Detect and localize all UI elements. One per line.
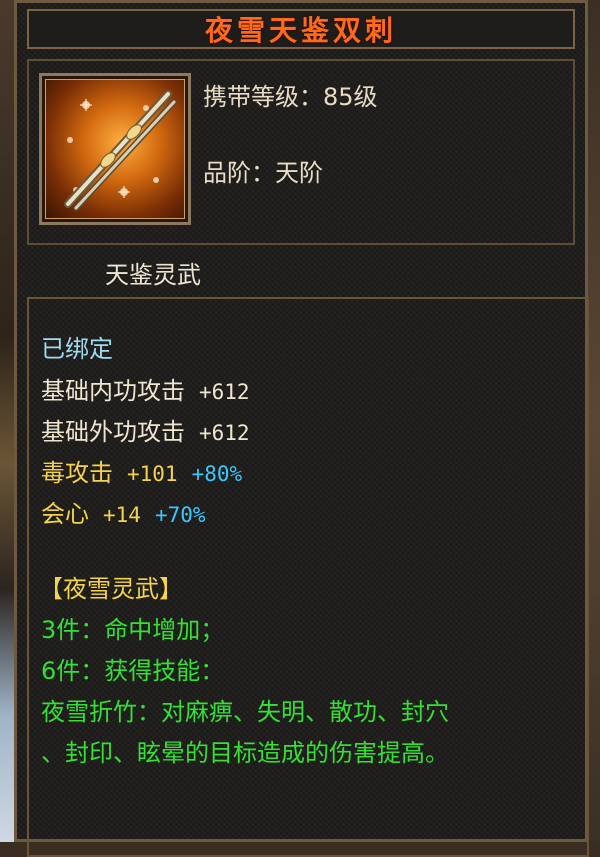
carry-level: 携带等级：85级 (203, 83, 378, 111)
stat-label: 基础外功攻击 (41, 418, 185, 446)
stat-value: +612 (199, 380, 250, 404)
stat-crit: 会心 +14 +70% (41, 494, 206, 529)
stat-outer-attack: 基础外功攻击 +612 (41, 412, 250, 447)
set-bonus-3: 3件：命中增加； (41, 616, 225, 644)
set-bonus-6: 6件：获得技能： (41, 657, 225, 685)
item-icon-frame[interactable] (39, 73, 191, 225)
stat-bonus: +70% (154, 503, 206, 527)
stat-value: +612 (199, 421, 250, 445)
bound-status: 已绑定 (41, 335, 113, 363)
stat-label: 会心 (41, 500, 89, 528)
title-bar: 夜雪天鉴双刺 (27, 9, 575, 49)
stat-label: 毒攻击 (41, 459, 113, 487)
stat-label: 基础内功攻击 (41, 377, 185, 405)
stat-value: +14 (103, 503, 141, 527)
set-title: 【夜雪灵武】 (39, 575, 183, 603)
item-category: 天鉴灵武 (105, 261, 201, 289)
set-skill-line-1: 夜雪折竹：对麻痹、失明、散功、封穴 (41, 698, 449, 726)
twin-dagger-icon (45, 79, 185, 219)
stat-value: +101 (127, 462, 178, 486)
stat-bonus: +80% (191, 462, 243, 486)
item-grade: 品阶：天阶 (203, 159, 323, 187)
set-skill-line-2: 、封印、眩晕的目标造成的伤害提高。 (41, 739, 449, 767)
item-name: 夜雪天鉴双刺 (204, 14, 397, 47)
stat-poison-attack: 毒攻击 +101 +80% (41, 453, 242, 488)
stat-inner-attack: 基础内功攻击 +612 (41, 371, 250, 406)
item-tooltip: 夜雪天鉴双刺 携带等级：85级 品阶：天阶 天鉴灵武 已绑定 基础内功攻击 +6… (14, 0, 589, 857)
